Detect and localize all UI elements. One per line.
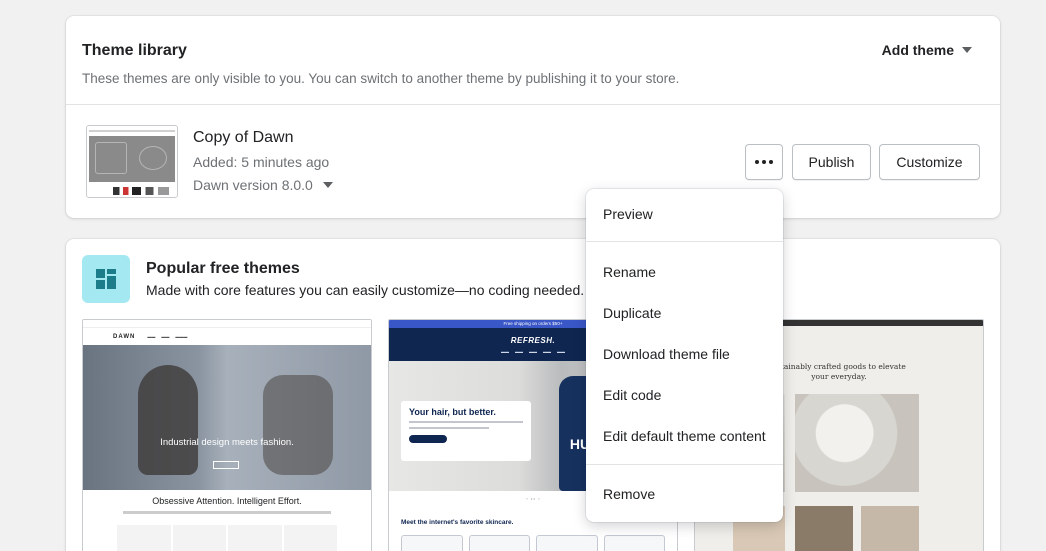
dawn-theme-preview[interactable]: DAWN ▬▬ ▬▬ ▬▬▬ Industrial design meets fas… xyxy=(82,319,372,551)
theme-actions-menu: Preview Rename Duplicate Download theme … xyxy=(586,189,783,522)
theme-name: Copy of Dawn xyxy=(193,129,294,146)
theme-version-dropdown[interactable]: Dawn version 8.0.0 xyxy=(193,177,333,193)
layout-icon xyxy=(82,255,130,303)
menu-item-remove[interactable]: Remove xyxy=(586,476,783,512)
publish-button[interactable]: Publish xyxy=(792,144,871,180)
more-actions-button[interactable] xyxy=(745,144,783,180)
caret-down-icon xyxy=(322,182,333,188)
dawn-hero-text: Industrial design meets fashion. xyxy=(160,437,294,448)
menu-item-edit-code[interactable]: Edit code xyxy=(586,377,783,413)
popular-themes-card: Popular free themes Made with core featu… xyxy=(66,239,1000,551)
popular-themes-subtitle: Made with core features you can easily c… xyxy=(146,282,585,298)
theme-library-card: Theme library Add theme These themes are… xyxy=(66,16,1000,218)
caret-down-icon xyxy=(962,47,972,53)
add-theme-button[interactable]: Add theme xyxy=(882,42,972,58)
dawn-tagline: Obsessive Attention. Intelligent Effort. xyxy=(152,496,302,506)
ellipsis-icon xyxy=(755,160,773,164)
menu-divider xyxy=(586,464,783,465)
menu-item-edit-default-theme-content[interactable]: Edit default theme content xyxy=(586,418,783,454)
theme-library-title: Theme library xyxy=(82,42,187,59)
menu-item-download-theme-file[interactable]: Download theme file xyxy=(586,336,783,372)
theme-thumbnail xyxy=(86,125,178,198)
refresh-hero-title: Your hair, but better. xyxy=(409,407,496,417)
menu-item-duplicate[interactable]: Duplicate xyxy=(586,295,783,331)
theme-added-time: Added: 5 minutes ago xyxy=(193,154,330,170)
theme-library-subtitle: These themes are only visible to you. Yo… xyxy=(82,71,680,86)
menu-item-rename[interactable]: Rename xyxy=(586,254,783,290)
menu-item-preview[interactable]: Preview xyxy=(586,196,783,232)
refresh-products-heading: Meet the internet's favorite skincare. xyxy=(401,519,514,526)
popular-themes-title: Popular free themes xyxy=(146,260,300,277)
dawn-logo: DAWN xyxy=(113,333,136,340)
customize-button[interactable]: Customize xyxy=(879,144,980,180)
add-theme-label: Add theme xyxy=(881,42,954,58)
menu-divider xyxy=(586,241,783,242)
dawn-hero-button xyxy=(213,461,239,469)
divider xyxy=(66,104,1000,105)
theme-version-label: Dawn version 8.0.0 xyxy=(193,177,313,193)
